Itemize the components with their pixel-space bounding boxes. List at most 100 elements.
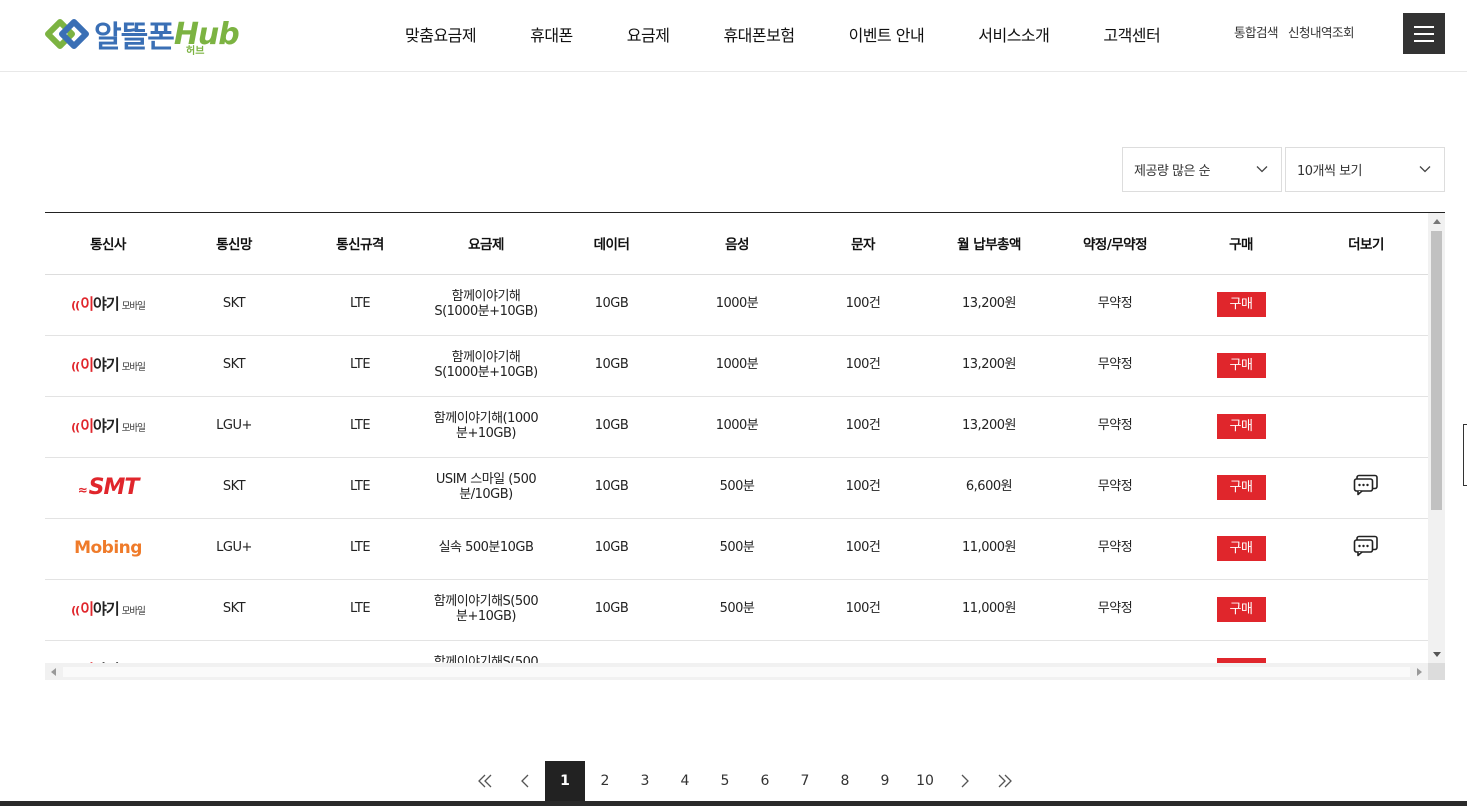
data-cell: [549, 640, 674, 663]
buy-button[interactable]: 구매: [1216, 597, 1266, 622]
application-history-link[interactable]: 신청내역조회: [1288, 22, 1355, 41]
scroll-left-arrow-icon[interactable]: [51, 668, 56, 676]
page-number-button[interactable]: 6: [745, 761, 785, 801]
nav-item-0[interactable]: 맞춤요금제: [378, 22, 503, 46]
network-cell: SKT: [171, 335, 297, 397]
buy-button[interactable]: 구매: [1216, 536, 1266, 561]
site-header: 알뜰폰 Hub 허브 맞춤요금제 휴대폰 요금제 휴대폰보험 이벤트 안내 서비스소개 고객…: [0, 0, 1467, 72]
iyagi-logo-b: 야기: [93, 416, 120, 435]
smt-logo-text: ≈SMT: [78, 475, 140, 500]
column-header: 데이터: [549, 213, 674, 275]
price-cell: 13,200원: [926, 396, 1052, 458]
per-page-select[interactable]: 10개씩 보기: [1285, 147, 1445, 192]
hamburger-icon: [1414, 25, 1434, 28]
side-edge-tab[interactable]: [1463, 424, 1467, 486]
price-cell: 11,000원: [926, 518, 1052, 580]
main-nav: 맞춤요금제 휴대폰 요금제 휴대폰보험 이벤트 안내 서비스소개 고객센터: [378, 0, 1187, 68]
carrier-logo-mobing: Mobing: [74, 538, 142, 559]
page-number-button[interactable]: 2: [585, 761, 625, 801]
iyagi-logo-text: ((이야기모바일: [71, 355, 146, 374]
iyagi-logo-a: 이: [80, 294, 94, 313]
more-cell: [1304, 579, 1428, 641]
chat-bubble-icon[interactable]: [1353, 535, 1379, 557]
vertical-scrollbar[interactable]: [1428, 213, 1445, 663]
nav-item-3[interactable]: 휴대폰보험: [696, 22, 821, 46]
hamburger-icon-bar: [1414, 32, 1434, 35]
per-page-select-value: 10개씩 보기: [1297, 164, 1363, 179]
more-cell: [1304, 274, 1428, 336]
signal-wave-icon: ((: [71, 420, 80, 434]
column-header: 문자: [800, 213, 926, 275]
next-page-button[interactable]: [945, 761, 985, 801]
chat-bubble-icon[interactable]: [1353, 474, 1379, 496]
page-number-button[interactable]: 10: [905, 761, 945, 801]
nav-item-2[interactable]: 요금제: [600, 22, 697, 46]
sms-cell: 100건: [800, 274, 926, 336]
voice-cell: [674, 640, 800, 663]
carrier-cell: ((이야기모바일: [45, 579, 171, 641]
horizontal-scrollbar[interactable]: [45, 663, 1428, 680]
page-number-button[interactable]: 3: [625, 761, 665, 801]
contract-cell: 무약정: [1052, 579, 1178, 641]
standard-cell: LTE: [297, 274, 423, 336]
column-header: 음성: [674, 213, 800, 275]
plan-table-viewport[interactable]: 통신사 통신망 통신규격 요금제 데이터 음성 문자 월 납부총액 약정/무약정 구매 더보기 ((…: [45, 213, 1428, 663]
signal-wave-icon: ((: [71, 298, 80, 312]
logo-mark-icon: [45, 19, 89, 49]
buy-button[interactable]: 구매: [1216, 353, 1266, 378]
first-page-button[interactable]: [465, 761, 505, 801]
nav-item-5[interactable]: 서비스소개: [951, 22, 1076, 46]
scroll-up-arrow-icon[interactable]: [1433, 219, 1441, 224]
voice-cell: 1000분: [674, 274, 800, 336]
plan-cell: 함께이야기해S(500분: [423, 640, 549, 663]
page-number-button[interactable]: 7: [785, 761, 825, 801]
signal-wave-icon: ((: [71, 603, 80, 617]
buy-button[interactable]: 구매: [1216, 475, 1266, 500]
buy-button[interactable]: 구매: [1216, 414, 1266, 439]
buy-button[interactable]: 구매: [1216, 292, 1266, 317]
table-body: ((이야기 모바일 SKT LTE 함께이야기해S(1000분+10GB) 10GB 100…: [45, 274, 1428, 663]
page-number-button[interactable]: 9: [865, 761, 905, 801]
contract-cell: [1052, 640, 1178, 663]
footer-edge: [0, 801, 1467, 806]
scroll-right-arrow-icon[interactable]: [1417, 668, 1422, 676]
site-logo[interactable]: 알뜰폰 Hub: [44, 10, 240, 58]
nav-item-1[interactable]: 휴대폰: [503, 22, 600, 46]
last-page-button[interactable]: [985, 761, 1025, 801]
iyagi-logo-b: 야기: [93, 599, 120, 618]
buy-cell: 구매: [1178, 274, 1304, 336]
carrier-logo-iyagi: ((이야기모바일: [71, 294, 146, 313]
buy-cell: 구매: [1178, 457, 1304, 519]
page-number-button[interactable]: 4: [665, 761, 705, 801]
nav-item-4[interactable]: 이벤트 안내: [822, 22, 952, 46]
scroll-down-arrow-icon[interactable]: [1433, 652, 1441, 657]
horizontal-scroll-thumb[interactable]: [63, 667, 1410, 677]
more-cell: [1304, 640, 1428, 663]
column-header: 약정/무약정: [1052, 213, 1178, 275]
page-number-button[interactable]: 5: [705, 761, 745, 801]
voice-cell: 1000분: [674, 396, 800, 458]
plan-cell: 실속 500분10GB: [423, 518, 549, 580]
iyagi-logo-text: ((이야기모바일: [71, 416, 146, 435]
column-header: 통신망: [171, 213, 297, 275]
iyagi-logo-a: 이: [80, 355, 94, 374]
column-header: 통신사: [45, 213, 171, 275]
chevron-left-icon: [521, 774, 529, 788]
table-row: ((이야기모바일 함께이야기해S(500분 구매: [45, 640, 1428, 663]
more-cell: [1304, 335, 1428, 397]
page-number-button[interactable]: 8: [825, 761, 865, 801]
standard-cell: LTE: [297, 457, 423, 519]
prev-page-button[interactable]: [505, 761, 545, 801]
integrated-search-link[interactable]: 통합검색: [1234, 22, 1279, 41]
sort-select[interactable]: 제공량 많은 순: [1122, 147, 1282, 192]
chevron-down-icon: [1256, 166, 1268, 173]
page-number-list: 1 2 3 4 5 6 7 8 9 10: [545, 761, 945, 801]
network-cell: SKT: [171, 579, 297, 641]
column-header: 통신규격: [297, 213, 423, 275]
vertical-scroll-thumb[interactable]: [1431, 231, 1442, 510]
nav-item-6[interactable]: 고객센터: [1076, 22, 1187, 46]
page-number-button[interactable]: 1: [545, 761, 585, 801]
hamburger-menu-button[interactable]: [1403, 13, 1445, 54]
price-cell: 13,200원: [926, 335, 1052, 397]
sms-cell: 100건: [800, 335, 926, 397]
